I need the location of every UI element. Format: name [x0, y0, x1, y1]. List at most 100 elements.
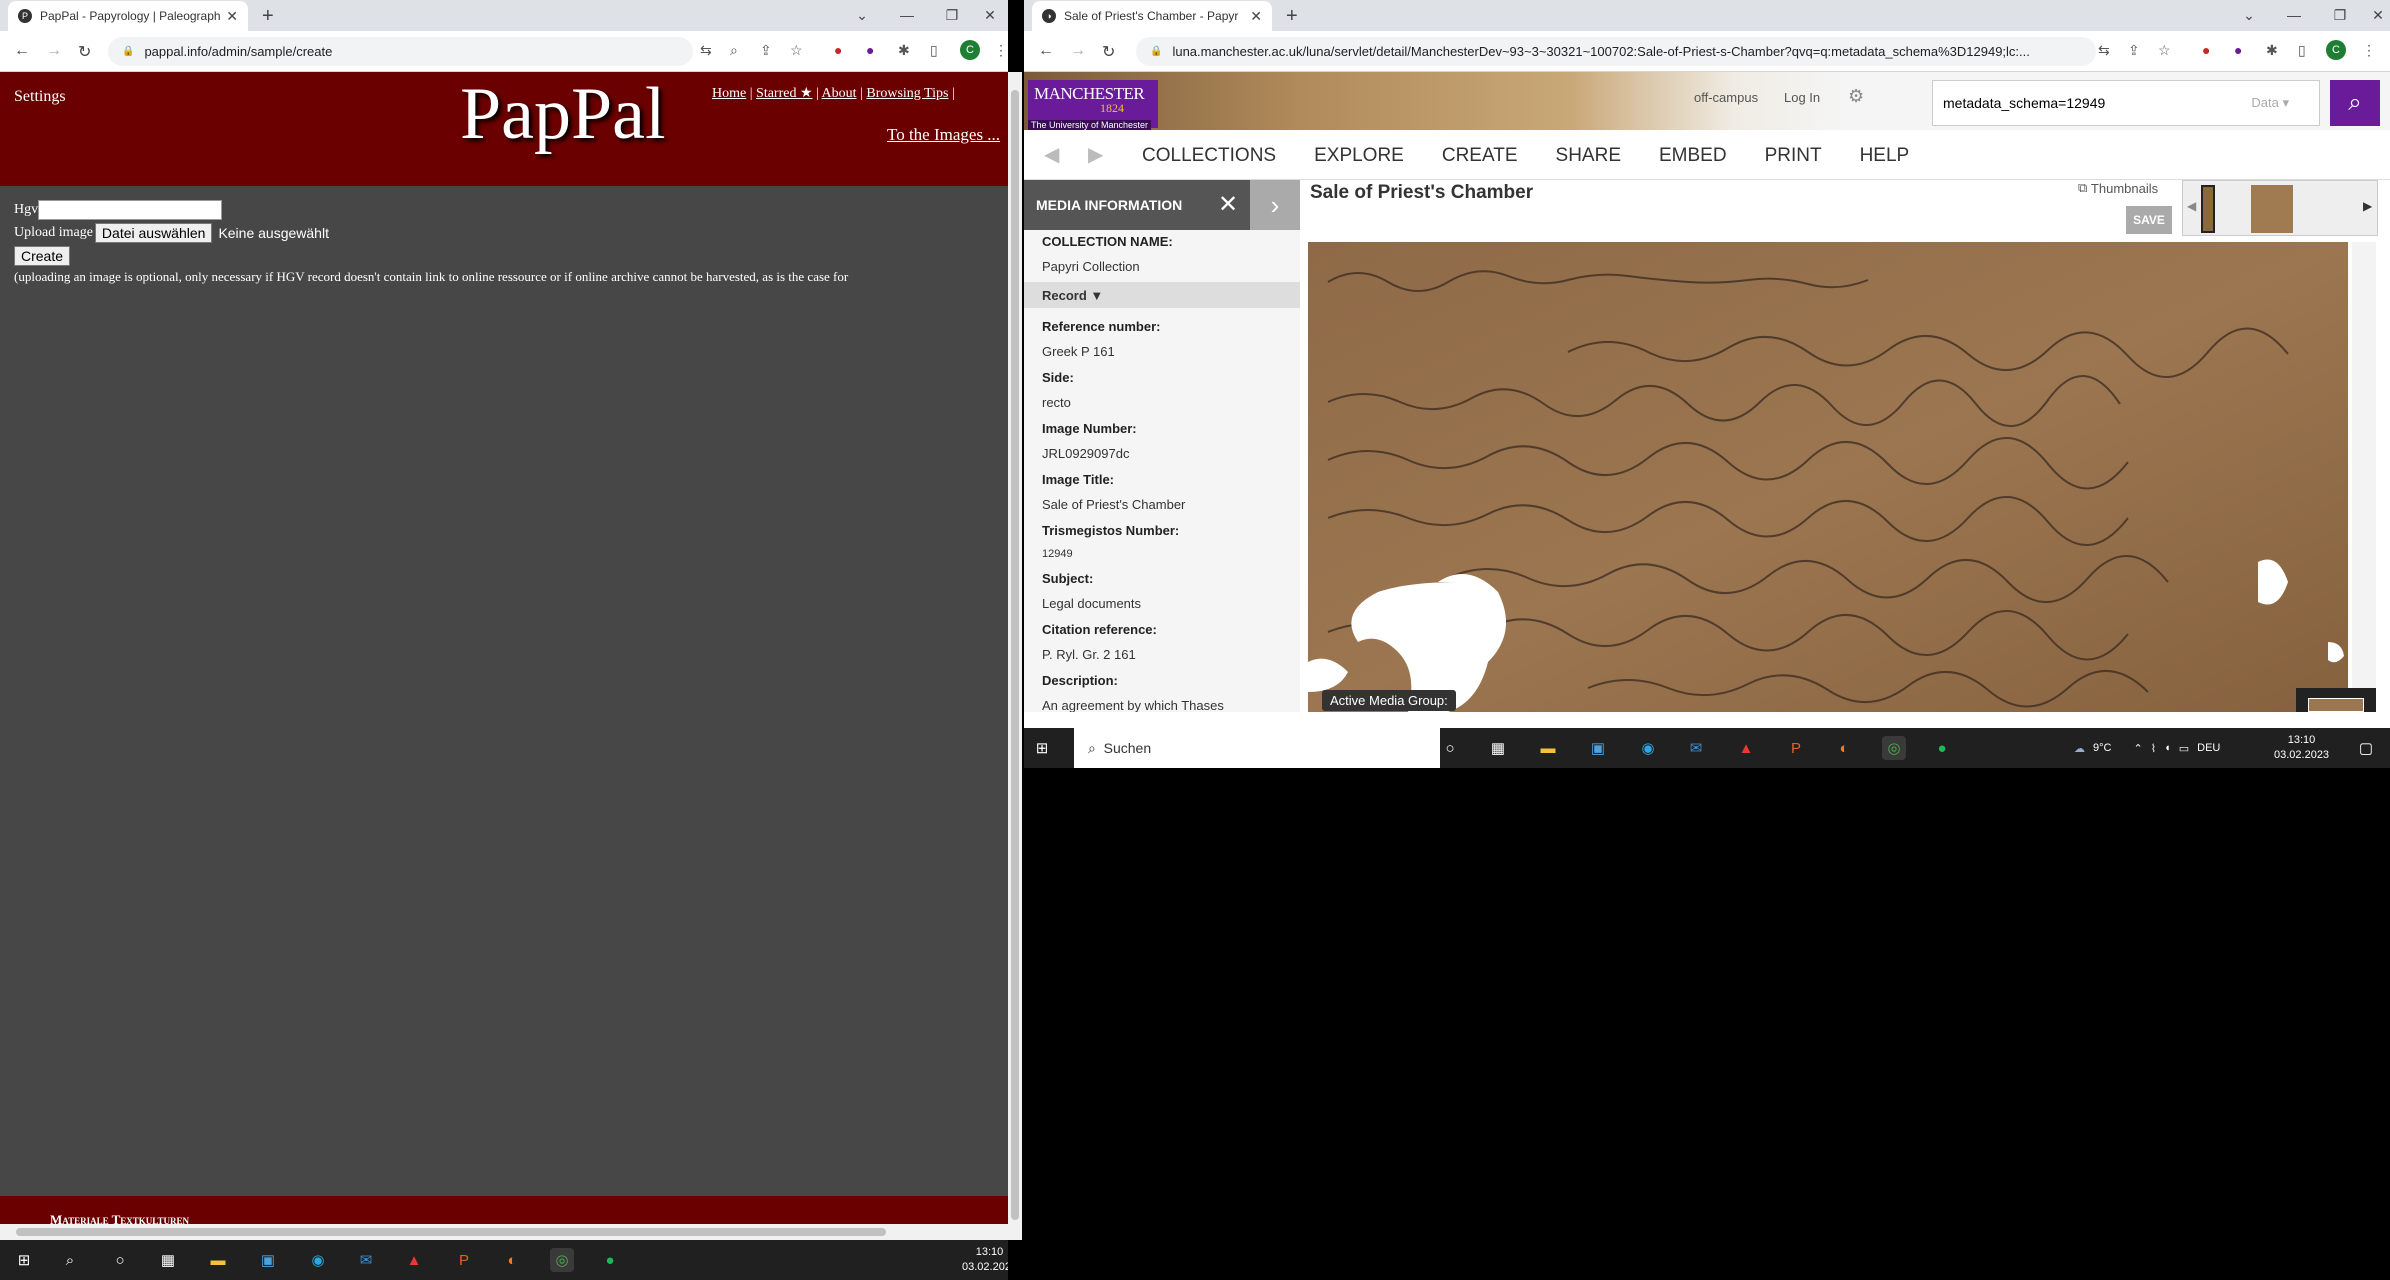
network-icon[interactable]: ⌇: [2151, 742, 2156, 755]
gear-icon[interactable]: ⚙: [1848, 86, 1864, 107]
login-link[interactable]: Log In: [1784, 90, 1820, 105]
profile-avatar[interactable]: C: [2326, 40, 2346, 60]
thumbnail-2[interactable]: [2251, 185, 2293, 233]
forward-icon[interactable]: →: [1070, 42, 1086, 60]
extension-red-icon[interactable]: ●: [834, 42, 842, 58]
mail-icon[interactable]: ✉: [1684, 736, 1708, 760]
extensions-puzzle-icon[interactable]: ✱: [2266, 42, 2278, 59]
tab-search-icon[interactable]: ⌄: [840, 2, 884, 28]
create-button[interactable]: Create: [14, 246, 71, 266]
store-icon[interactable]: ▣: [1586, 736, 1610, 760]
edge-icon[interactable]: ◉: [1636, 736, 1660, 760]
back-icon[interactable]: ←: [14, 42, 30, 60]
left-url-field[interactable]: 🔒 pappal.info/admin/sample/create: [108, 37, 693, 66]
forward-icon[interactable]: →: [46, 42, 62, 60]
new-tab-icon[interactable]: +: [262, 5, 274, 28]
prev-arrow-icon[interactable]: ◀: [1044, 142, 1059, 167]
close-tab-icon[interactable]: ✕: [226, 8, 238, 25]
firefox-icon[interactable]: ◐: [1832, 736, 1856, 760]
search-scope-select[interactable]: Data ▾: [2251, 95, 2289, 111]
close-window-icon[interactable]: ✕: [968, 2, 1008, 28]
luna-search-box[interactable]: metadata_schema=12949 Data ▾: [1932, 80, 2320, 126]
left-clock[interactable]: 13:10 03.02.2023: [962, 1240, 1008, 1280]
spotify-icon[interactable]: ●: [1930, 736, 1954, 760]
vertical-scroll-thumb[interactable]: [1011, 90, 1019, 1220]
menu-explore[interactable]: EXPLORE: [1314, 145, 1404, 167]
powerpoint-icon[interactable]: P: [452, 1248, 476, 1272]
choose-file-button[interactable]: Datei auswählen: [94, 223, 213, 243]
sidebar-icon[interactable]: ▯: [930, 42, 938, 59]
battery-icon[interactable]: ▭: [2179, 742, 2189, 755]
task-view-icon[interactable]: ▦: [1486, 736, 1510, 760]
close-window-icon[interactable]: ✕: [2356, 2, 2390, 28]
thumbnail-1[interactable]: [2201, 185, 2215, 233]
menu-create[interactable]: CREATE: [1442, 145, 1518, 167]
save-button[interactable]: SAVE: [2126, 206, 2172, 234]
extension-purple-icon[interactable]: ●: [2234, 42, 2242, 58]
task-view-icon[interactable]: ▦: [156, 1248, 180, 1272]
to-images-link[interactable]: To the Images ...: [887, 125, 1000, 145]
extension-red-icon[interactable]: ●: [2202, 42, 2210, 58]
minimize-icon[interactable]: —: [2272, 2, 2316, 28]
menu-collections[interactable]: COLLECTIONS: [1142, 145, 1276, 167]
search-input[interactable]: metadata_schema=12949: [1933, 95, 2251, 111]
menu-help[interactable]: HELP: [1860, 145, 1910, 167]
file-explorer-icon[interactable]: ▬: [1536, 736, 1560, 760]
right-url-field[interactable]: 🔒 luna.manchester.ac.uk/luna/servlet/det…: [1136, 37, 2096, 66]
sidebar-icon[interactable]: ▯: [2298, 42, 2306, 59]
chrome-icon[interactable]: ◎: [550, 1248, 574, 1272]
edge-icon[interactable]: ◉: [306, 1248, 330, 1272]
nav-browsing-tips[interactable]: Browsing Tips: [866, 86, 948, 101]
taskbar-search-icon[interactable]: ⌕: [58, 1248, 82, 1272]
new-tab-icon[interactable]: +: [1286, 5, 1298, 28]
store-icon[interactable]: ▣: [256, 1248, 280, 1272]
share-icon[interactable]: ⇪: [2128, 42, 2140, 59]
spotify-icon[interactable]: ●: [598, 1248, 622, 1272]
nav-about[interactable]: About: [822, 86, 857, 101]
reload-icon[interactable]: ↻: [1102, 42, 1115, 62]
horizontal-scroll-thumb[interactable]: [16, 1228, 886, 1236]
minimize-icon[interactable]: —: [885, 2, 929, 28]
taskbar-search-box[interactable]: ⌕ Suchen: [1074, 728, 1440, 768]
zoom-icon[interactable]: ⌕: [730, 42, 738, 59]
windows-start-icon[interactable]: ⊞: [12, 1248, 36, 1272]
search-button[interactable]: ⌕: [2330, 80, 2380, 126]
vertical-scrollbar[interactable]: [1008, 72, 1022, 1240]
bookmark-star-icon[interactable]: ☆: [2158, 42, 2171, 59]
firefox-icon[interactable]: ◐: [500, 1248, 524, 1272]
menu-print[interactable]: PRINT: [1765, 145, 1822, 167]
windows-start-icon[interactable]: ⊞: [1030, 736, 1054, 760]
image-navigator[interactable]: [2296, 688, 2376, 712]
share-icon[interactable]: ⇪: [760, 42, 772, 59]
expand-panel-button[interactable]: ›: [1250, 180, 1300, 230]
next-arrow-icon[interactable]: ▶: [1088, 142, 1103, 167]
menu-dots-icon[interactable]: ⋮: [994, 42, 1008, 59]
language-indicator[interactable]: DEU: [2197, 742, 2220, 754]
acrobat-icon[interactable]: ▲: [402, 1248, 426, 1272]
reload-icon[interactable]: ↻: [78, 42, 91, 62]
pappal-logo[interactable]: PapPal: [460, 72, 666, 157]
close-tab-icon[interactable]: ✕: [1250, 8, 1262, 25]
thumbnails-toggle[interactable]: ⧉ Thumbnails: [2078, 180, 2158, 196]
menu-dots-icon[interactable]: ⋮: [2362, 42, 2376, 59]
cortana-icon[interactable]: ○: [1438, 736, 1462, 760]
acrobat-icon[interactable]: ▲: [1734, 736, 1758, 760]
tab-pappal[interactable]: P PapPal - Papyrology | Paleograph ✕: [8, 1, 248, 31]
translate-icon[interactable]: ⇆: [2098, 42, 2110, 59]
back-icon[interactable]: ←: [1038, 42, 1054, 60]
tab-search-icon[interactable]: ⌄: [2227, 2, 2271, 28]
chrome-icon[interactable]: ◎: [1882, 736, 1906, 760]
extensions-puzzle-icon[interactable]: ✱: [898, 42, 910, 59]
papyrus-image[interactable]: Active Media Group:: [1308, 242, 2376, 712]
bookmark-star-icon[interactable]: ☆: [790, 42, 803, 59]
powerpoint-icon[interactable]: P: [1784, 736, 1808, 760]
cortana-icon[interactable]: ○: [108, 1248, 132, 1272]
nav-home[interactable]: Home: [712, 86, 746, 101]
menu-share[interactable]: SHARE: [1556, 145, 1621, 167]
extension-purple-icon[interactable]: ●: [866, 42, 874, 58]
thumb-prev-icon[interactable]: ◀: [2187, 199, 2196, 213]
tray-chevron-icon[interactable]: ⌃: [2133, 742, 2142, 755]
thumb-next-icon[interactable]: ▶: [2363, 199, 2372, 213]
menu-embed[interactable]: EMBED: [1659, 145, 1727, 167]
file-explorer-icon[interactable]: ▬: [206, 1248, 230, 1272]
